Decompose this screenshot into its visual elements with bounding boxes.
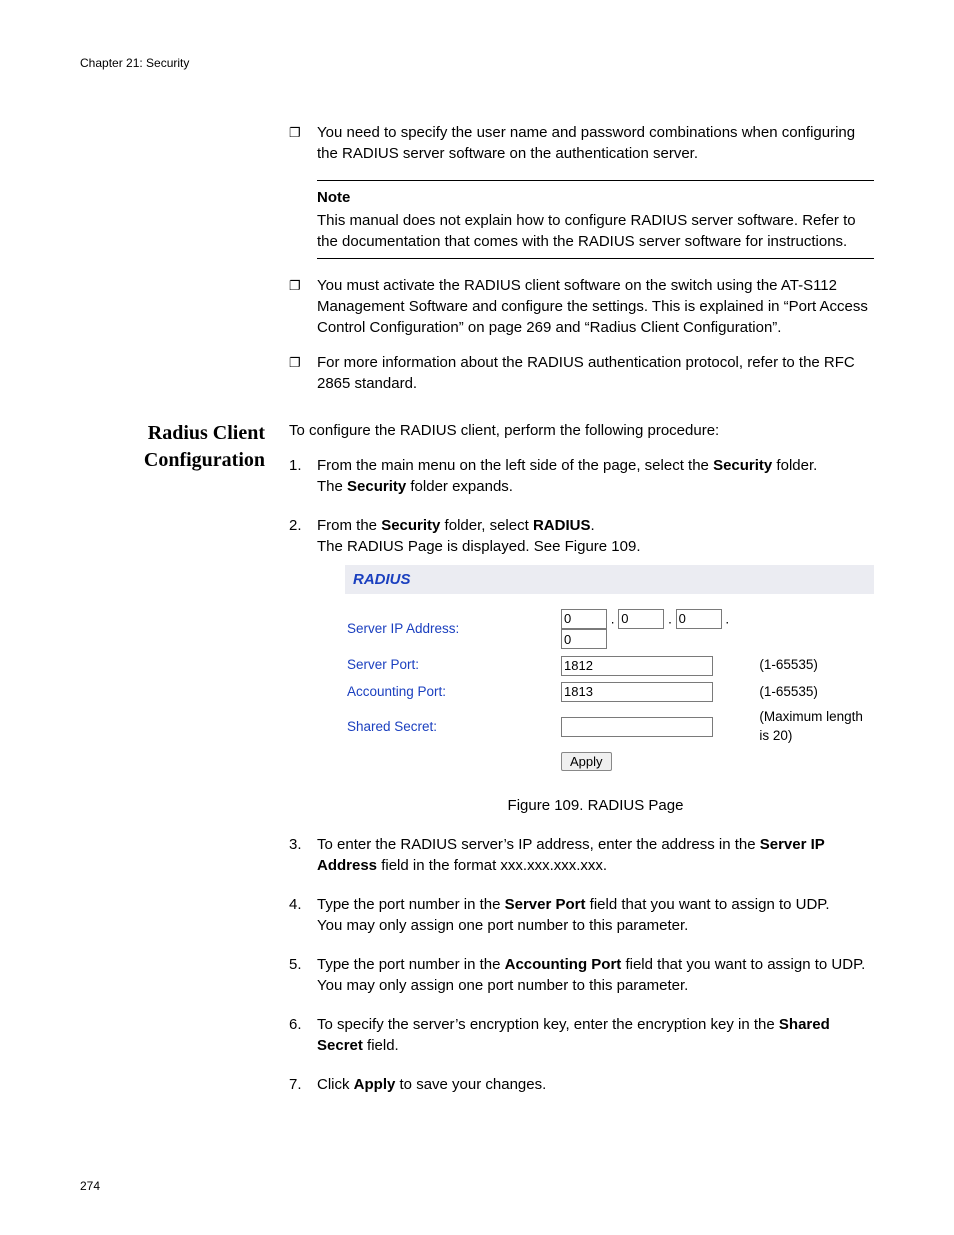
page-header: Chapter 21: Security	[80, 55, 874, 72]
step-7: Click Apply to save your changes.	[289, 1074, 874, 1095]
ip-octet-1[interactable]	[561, 609, 607, 629]
secret-hint: (Maximum length is 20)	[757, 705, 874, 749]
step-1: From the main menu on the left side of t…	[289, 455, 874, 497]
step-2: From the Security folder, select RADIUS.…	[289, 515, 874, 816]
list-item: You must activate the RADIUS client soft…	[289, 275, 874, 338]
section-title: Radius Client Configuration	[80, 420, 265, 474]
figure-caption: Figure 109. RADIUS Page	[317, 795, 874, 816]
note-body: This manual does not explain how to conf…	[317, 210, 874, 252]
accounting-port-input[interactable]	[561, 682, 713, 702]
procedure-list: From the main menu on the left side of t…	[289, 455, 874, 1095]
top-bullet-list: You need to specify the user name and pa…	[289, 122, 874, 164]
ip-octet-4[interactable]	[561, 629, 607, 649]
intro-text: To configure the RADIUS client, perform …	[289, 420, 874, 441]
step-5: Type the port number in the Accounting P…	[289, 954, 874, 996]
after-note-bullet-list: You must activate the RADIUS client soft…	[289, 275, 874, 394]
list-item: You need to specify the user name and pa…	[289, 122, 874, 164]
ip-octet-3[interactable]	[676, 609, 722, 629]
step-4: Type the port number in the Server Port …	[289, 894, 874, 936]
port-hint: (1-65535)	[757, 653, 874, 679]
note-title: Note	[317, 187, 874, 208]
page-number: 274	[80, 1178, 100, 1195]
shared-secret-input[interactable]	[561, 717, 713, 737]
step-6: To specify the server’s encryption key, …	[289, 1014, 874, 1056]
ip-dot: .	[725, 611, 729, 626]
ip-dot: .	[668, 611, 672, 626]
step-3: To enter the RADIUS server’s IP address,…	[289, 834, 874, 876]
radius-figure: RADIUS Server IP Address: . .	[345, 565, 874, 775]
ip-octet-2[interactable]	[618, 609, 664, 629]
label-shared-secret: Shared Secret:	[345, 705, 559, 749]
server-port-input[interactable]	[561, 656, 713, 676]
label-server-port: Server Port:	[345, 653, 559, 679]
label-server-ip: Server IP Address:	[345, 606, 559, 653]
ip-dot: .	[611, 611, 615, 626]
acct-hint: (1-65535)	[757, 679, 874, 705]
figure-header: RADIUS	[345, 565, 874, 594]
label-accounting-port: Accounting Port:	[345, 679, 559, 705]
apply-button[interactable]: Apply	[561, 752, 612, 771]
note-box: Note This manual does not explain how to…	[317, 180, 874, 259]
list-item: For more information about the RADIUS au…	[289, 352, 874, 394]
